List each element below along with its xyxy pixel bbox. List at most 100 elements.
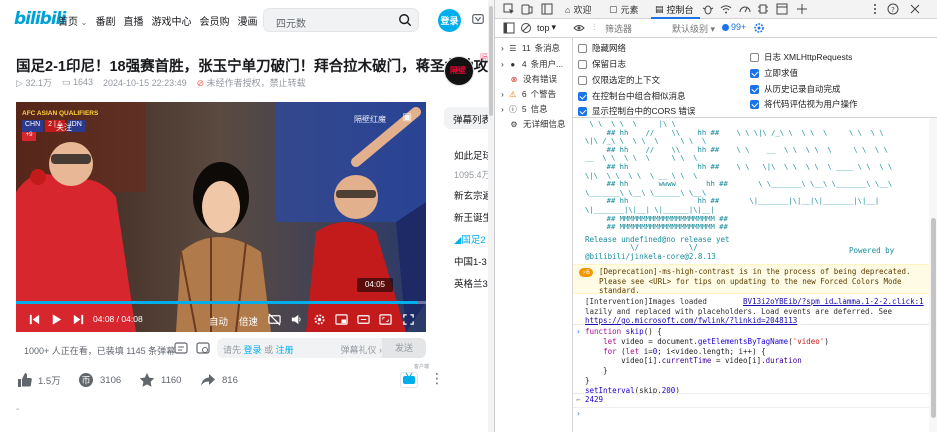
sidebar-item-user-messages[interactable]: › ● 4 条用户... [501,58,563,70]
close-devtools-icon[interactable] [909,3,921,15]
tab-console[interactable]: ▤ 控制台 [651,3,699,19]
checkbox-checked[interactable] [578,106,587,116]
show-sidebar-icon[interactable] [503,22,515,34]
uploader-name-icon[interactable]: 隔 [480,52,488,63]
sidebar-item-messages[interactable]: › ☰ 11 条消息 [501,42,560,54]
console-scrollbar[interactable] [929,118,937,432]
volume-icon[interactable] [290,313,303,326]
memory-icon[interactable] [757,3,769,15]
checkbox[interactable] [750,52,759,62]
issues-counter[interactable]: 99+ [722,22,746,32]
web-fullscreen-icon[interactable] [379,313,392,326]
add-tab-icon[interactable] [796,3,808,15]
sidebar-item-info[interactable]: › ⓘ 5 信息 [501,103,548,115]
uploader-avatar[interactable]: 隔壁 [444,56,474,86]
device-toolbar-icon[interactable] [521,3,533,15]
rec-item[interactable]: 如此足球 [454,148,492,162]
tv-client-icon[interactable] [400,372,418,388]
bilibili-logo[interactable]: bilibili [14,9,66,29]
next-icon[interactable] [72,313,85,326]
more-options-icon[interactable]: ⋮ [430,370,444,387]
rec-item[interactable]: 新玄宗遍 [454,188,492,202]
user-activation-checkbox[interactable]: 将代码评估视为用户操作 [750,98,858,110]
nav-home[interactable]: 首页 ⌄ [58,13,87,28]
checkbox[interactable] [578,59,587,69]
warning-count-badge[interactable]: ›6 [579,268,593,277]
video-player[interactable]: AFC ASIAN QUALIFIERS CHN 2 | 1 IDN 关注 +9… [16,102,426,332]
progress-bar[interactable] [16,301,426,304]
share-button[interactable]: 816 [200,372,238,388]
rec-item[interactable]: 中国1-3 [454,254,487,268]
docs-link[interactable]: https://go.microsoft.com/fwlink/?linkid=… [585,316,797,325]
help-icon[interactable]: ? [887,3,899,15]
settings-icon[interactable] [313,313,326,326]
inspect-icon[interactable] [503,3,515,15]
sidebar-toggle-icon[interactable] [541,3,553,15]
danmaku-list-header[interactable]: 弹幕列表 [444,107,494,129]
favorite-button[interactable]: 1160 [139,372,181,388]
danmaku-settings-icon[interactable] [196,341,210,355]
pip-icon[interactable] [335,313,348,326]
console-output[interactable]: \ \ \ \ \ |\ \ ## hh // \\ hh ## \ \ \|\… [573,118,929,432]
group-similar-checkbox[interactable]: 在控制台中组合相似消息 [578,90,686,102]
selected-context-checkbox[interactable]: 仅限选定的上下文 [578,74,660,86]
context-select[interactable]: top ▾ [537,22,556,33]
checkbox[interactable] [578,75,587,85]
nav-comics[interactable]: 漫画 [237,13,257,28]
play-icon[interactable] [50,313,63,326]
preserve-log-checkbox[interactable]: 保留日志 [578,58,626,70]
hide-network-checkbox[interactable]: 隐藏网络 [578,42,626,54]
danmaku-input[interactable]: 请先 登录 或 注册 弹幕礼仪 › [217,338,390,358]
danmaku-toggle-icon[interactable] [174,341,188,355]
fullscreen-icon[interactable] [402,313,415,326]
nav-game-center[interactable]: 游戏中心 [151,13,191,28]
rec-item-playing[interactable]: ◢国足2 [454,232,486,246]
network-wifi-icon[interactable] [720,3,732,15]
sidebar-item-errors[interactable]: ⊗ 没有错误 [509,73,557,85]
performance-icon[interactable] [739,3,751,15]
widescreen-icon[interactable] [357,313,370,326]
danmaku-etiquette-link[interactable]: 弹幕礼仪 › [341,343,383,356]
nav-live[interactable]: 直播 [123,13,143,28]
checkbox-checked[interactable] [750,84,759,94]
checkbox-checked[interactable] [750,99,759,109]
autocomplete-history-checkbox[interactable]: 从历史记录自动完成 [750,83,841,95]
sidebar-item-warnings[interactable]: › ⚠ 6 个警告 [501,88,556,100]
prev-icon[interactable] [28,313,41,326]
live-expression-eye-icon[interactable] [573,22,585,34]
sidebar-item-verbose[interactable]: ⚙ 无详细信息 [509,118,565,130]
checkbox[interactable] [578,43,587,53]
console-settings-icon[interactable] [753,22,765,34]
application-icon[interactable] [776,3,788,15]
source-link[interactable]: BV13i2oYBEib/?spm_id…lamma.1-2-2.click:1 [743,297,924,306]
follow-button[interactable]: 关注 [56,122,72,133]
like-button[interactable]: 1.5万 [16,372,61,388]
vip-icon[interactable] [471,12,485,26]
intervention-message[interactable]: [Intervention]Images loaded BV13i2oYBEib… [573,295,929,325]
console-prompt[interactable]: › [573,407,929,419]
bug-icon[interactable] [702,3,714,15]
search-input[interactable]: 四元数 [276,15,306,30]
more-tools-icon[interactable] [869,3,881,15]
coin-button[interactable]: 币 3106 [78,372,121,388]
log-xhr-checkbox[interactable]: 日志 XMLHttpRequests [750,51,852,63]
login-link[interactable]: 登录 [244,345,262,355]
page-scrollbar-thumb[interactable] [489,6,493,116]
checkbox-checked[interactable] [750,68,759,78]
rec-item[interactable]: 英格兰3- [454,276,491,290]
console-scrollbar-thumb[interactable] [931,218,936,418]
subtitle-off-icon[interactable] [268,313,281,326]
clear-console-icon[interactable] [520,22,532,34]
quality-button[interactable]: 自动 [209,314,228,328]
nav-anime[interactable]: 番剧 [95,13,115,28]
send-danmaku-button[interactable]: 发送 [382,338,426,358]
login-button[interactable]: 登录 [438,9,461,32]
rec-item[interactable]: 新王诞生 [454,210,492,224]
deprecation-warning[interactable]: ›6 [Deprecation]-ms-high-contrast is in … [573,264,929,295]
search-box[interactable]: 四元数 [263,8,419,32]
nav-vip-shop[interactable]: 会员购 [199,13,229,28]
register-link[interactable]: 注册 [276,345,294,355]
tab-elements[interactable]: ▢ 元素 [609,3,639,16]
eager-eval-checkbox[interactable]: 立即求值 [750,67,798,79]
search-icon[interactable] [398,13,412,27]
